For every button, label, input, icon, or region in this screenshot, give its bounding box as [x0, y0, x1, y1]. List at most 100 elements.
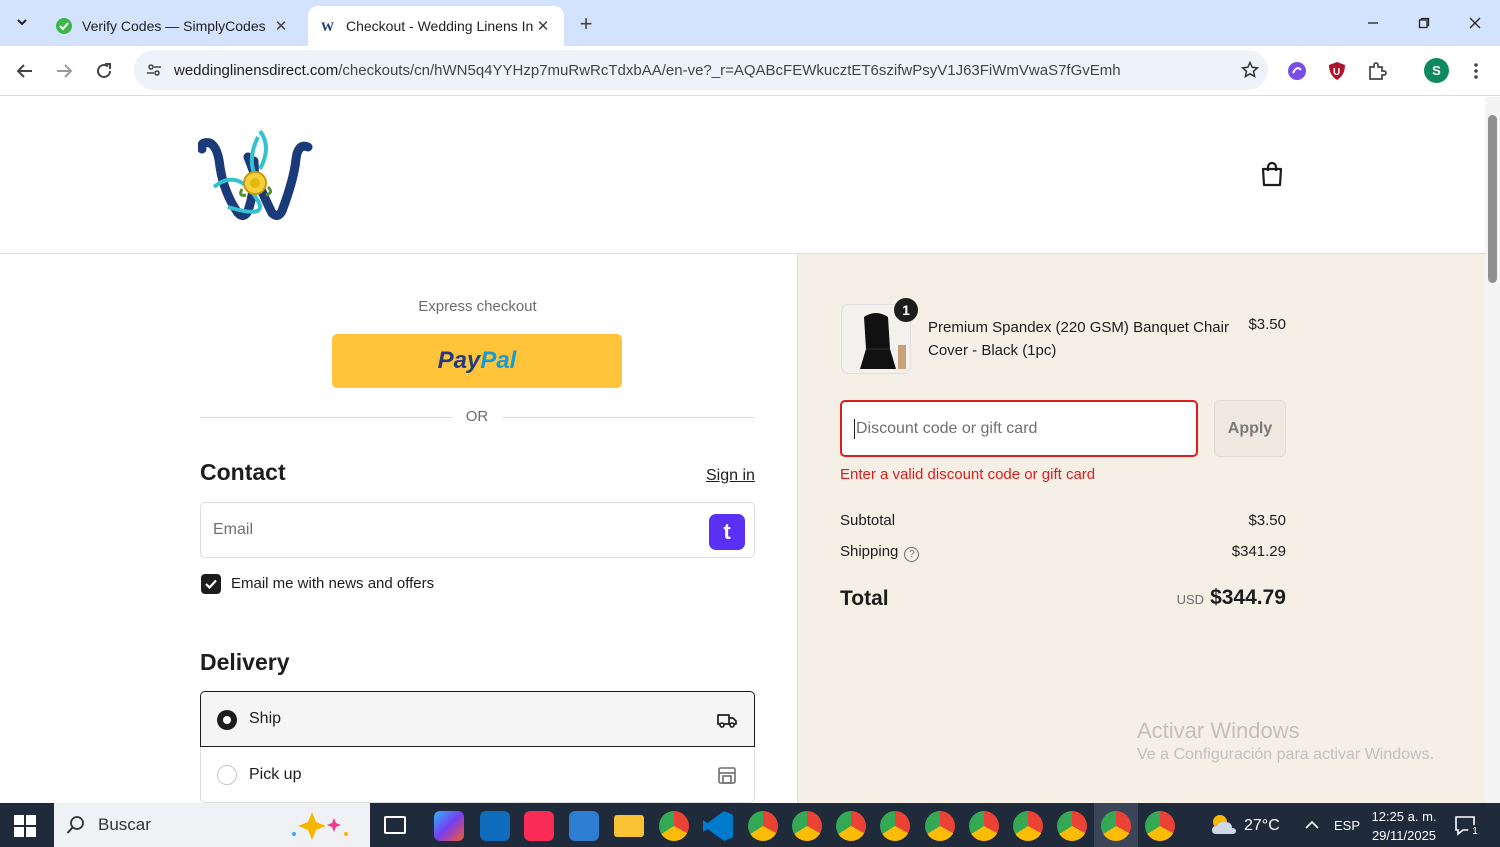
chrome-profile-m-icon[interactable]	[880, 811, 910, 841]
taskbar-search[interactable]: Buscar	[54, 803, 370, 847]
extension-purple-icon[interactable]	[1282, 56, 1312, 86]
address-bar[interactable]: weddinglinensdirect.com/checkouts/cn/hWN…	[134, 50, 1268, 90]
close-tab-icon[interactable]: ✕	[272, 17, 290, 35]
back-icon[interactable]	[8, 54, 42, 88]
restore-icon[interactable]	[1401, 8, 1447, 38]
browser-tab-strip: Verify Codes — SimplyCodes ✕ W Checkout …	[0, 0, 1500, 46]
tab-simplycodes[interactable]: Verify Codes — SimplyCodes ✕	[44, 6, 302, 46]
file-explorer-icon[interactable]	[614, 815, 644, 837]
shopping-bag-icon[interactable]	[1258, 160, 1286, 188]
vscode-icon[interactable]	[703, 811, 733, 841]
paypal-button[interactable]: Pay Pal	[332, 334, 622, 388]
delivery-option-ship[interactable]: Ship	[200, 691, 755, 747]
reload-icon[interactable]	[87, 54, 121, 88]
copilot-app-icon[interactable]	[434, 811, 464, 841]
close-window-icon[interactable]	[1452, 8, 1498, 38]
weather-cloud-icon[interactable]	[1208, 812, 1238, 838]
chrome-profile-d-icon[interactable]	[1145, 811, 1175, 841]
help-question-icon[interactable]: ?	[904, 547, 920, 562]
extensions-puzzle-icon[interactable]	[1362, 56, 1392, 86]
wedding-linens-icon: W	[321, 19, 334, 34]
checkout-page: Express checkout Pay Pal OR Contact Sign …	[0, 97, 1485, 803]
clock[interactable]: 12:25 a. m. 29/11/2025	[1364, 807, 1444, 845]
ship-label: Ship	[249, 710, 282, 727]
simplycodes-icon	[56, 18, 72, 34]
chrome-profile-n-icon[interactable]	[792, 811, 822, 841]
windows-taskbar: Buscar 27°C ESP 12:25 a. m. 29/11/2025 1	[0, 803, 1500, 847]
scrollbar-thumb[interactable]	[1488, 115, 1497, 283]
email-field[interactable]: Email	[200, 502, 755, 558]
subtotal-label: Subtotal	[840, 512, 896, 529]
truck-icon	[717, 714, 737, 728]
url-text: weddinglinensdirect.com/checkouts/cn/hWN…	[174, 61, 1121, 79]
tab-title: Checkout - Wedding Linens Inc.	[346, 18, 534, 34]
clock-date: 29/11/2025	[1371, 828, 1437, 843]
ship-radio[interactable]	[217, 710, 237, 730]
search-icon	[66, 816, 84, 834]
browser-menu-icon[interactable]	[1461, 56, 1491, 86]
chrome-profile-r2-icon[interactable]	[1057, 811, 1087, 841]
chrome-profile-i-icon[interactable]	[1013, 811, 1043, 841]
bookmark-star-icon[interactable]	[1232, 61, 1268, 79]
chrome-profile-s-icon[interactable]	[748, 811, 778, 841]
subtotal-value: $3.50	[1248, 512, 1286, 529]
total-label: Total	[840, 587, 889, 610]
svg-text:U: U	[1333, 67, 1340, 78]
tab-checkout[interactable]: W Checkout - Wedding Linens Inc. ✕	[308, 6, 564, 46]
newsletter-label: Email me with news and offers	[231, 575, 435, 592]
minimize-icon[interactable]	[1350, 8, 1396, 38]
delivery-option-pickup[interactable]: Pick up	[200, 747, 755, 803]
chrome-icon[interactable]	[659, 811, 689, 841]
apply-button[interactable]: Apply	[1214, 400, 1286, 457]
task-view-icon[interactable]	[384, 816, 406, 834]
discount-error: Enter a valid discount code or gift card	[840, 466, 1096, 483]
quantity-badge: 1	[894, 298, 918, 322]
delivery-heading: Delivery	[200, 649, 290, 675]
tab-search-dropdown-icon[interactable]	[6, 6, 38, 38]
svg-text:W: W	[321, 19, 334, 34]
itunes-icon[interactable]	[524, 811, 554, 841]
site-settings-icon[interactable]	[144, 62, 164, 78]
microsoft-store-icon[interactable]	[569, 811, 599, 841]
weather-temp[interactable]: 27°C	[1244, 817, 1280, 835]
clock-time: 12:25 a. m.	[1371, 809, 1437, 824]
wedding-linens-logo[interactable]	[198, 127, 313, 223]
tab-title: Verify Codes — SimplyCodes	[82, 18, 266, 34]
close-tab-icon[interactable]: ✕	[534, 17, 552, 35]
express-checkout-label: Express checkout	[418, 298, 537, 315]
chrome-profile-e-icon[interactable]	[925, 811, 955, 841]
contact-heading: Contact	[200, 459, 286, 485]
currency-code: USD	[1176, 592, 1205, 607]
shipping-label: Shipping	[840, 543, 899, 560]
discount-code-input[interactable]: Discount code or gift card	[840, 400, 1198, 457]
pickup-radio[interactable]	[217, 765, 237, 785]
browser-toolbar: weddinglinensdirect.com/checkouts/cn/hWN…	[0, 46, 1500, 96]
tray-chevron-up-icon[interactable]	[1305, 820, 1319, 830]
shipping-row: Shipping?	[840, 543, 920, 562]
forward-icon[interactable]	[47, 54, 81, 88]
search-label: Buscar	[98, 815, 151, 834]
activate-windows-title: Activar Windows	[1137, 718, 1300, 743]
chrome-profile-r-icon[interactable]	[969, 811, 999, 841]
notification-count: 1	[1468, 825, 1482, 839]
checkout-form: Express checkout Pay Pal OR Contact Sign …	[0, 254, 797, 803]
total-value: $344.79	[1210, 586, 1286, 609]
chrome-profile-c-icon[interactable]	[836, 811, 866, 841]
profile-avatar[interactable]: S	[1424, 58, 1449, 83]
shipping-value: $341.29	[1231, 543, 1286, 560]
discount-placeholder: Discount code or gift card	[856, 419, 1038, 437]
outlook-icon[interactable]	[480, 811, 510, 841]
language-indicator[interactable]: ESP	[1334, 818, 1360, 833]
newsletter-checkbox[interactable]	[201, 574, 221, 594]
sign-in-link[interactable]: Sign in	[706, 467, 755, 485]
shop-pay-icon[interactable]: t	[709, 514, 745, 550]
chrome-profile-s-active-icon[interactable]	[1101, 811, 1131, 841]
or-label: OR	[452, 408, 502, 425]
total-row: USD $344.79	[1086, 586, 1286, 610]
ublock-shield-icon[interactable]: U	[1322, 56, 1352, 86]
new-tab-icon[interactable]: +	[572, 10, 600, 38]
product-price: $3.50	[1248, 316, 1286, 333]
store-header	[0, 97, 1485, 254]
product-name: Premium Spandex (220 GSM) Banquet Chair …	[928, 319, 1229, 359]
windows-start-icon[interactable]	[14, 815, 36, 837]
